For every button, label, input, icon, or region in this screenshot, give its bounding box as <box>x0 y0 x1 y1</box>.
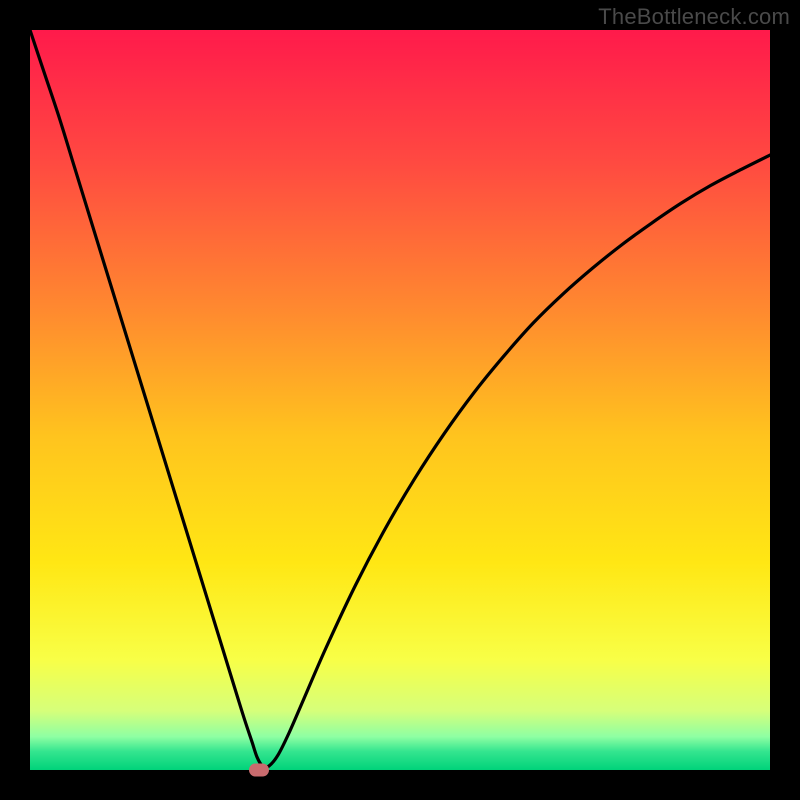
curve-minimum-marker <box>249 764 269 777</box>
chart-frame: TheBottleneck.com <box>0 0 800 800</box>
chart-background <box>30 30 770 770</box>
bottleneck-chart <box>30 30 770 770</box>
watermark-text: TheBottleneck.com <box>598 4 790 30</box>
